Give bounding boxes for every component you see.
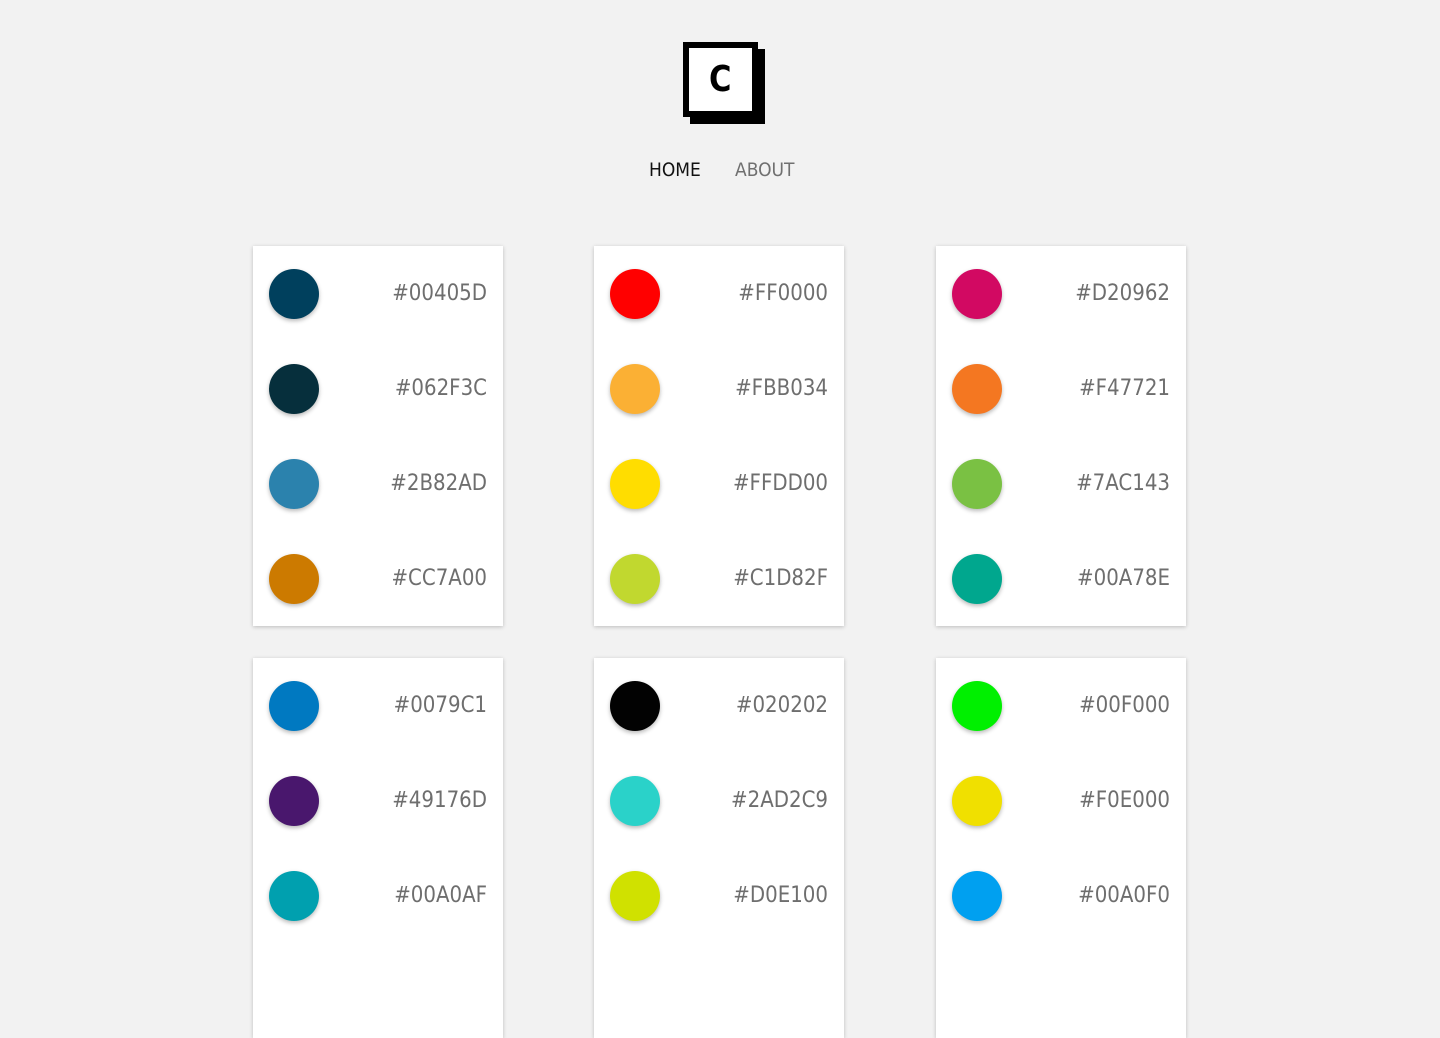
hex-code-label[interactable]: #49176D xyxy=(392,788,487,814)
hex-code-label[interactable]: #FFDD00 xyxy=(733,471,828,497)
color-row[interactable]: #F0E000 xyxy=(936,753,1186,848)
palette-card: #020202 #2AD2C9 #D0E100 xyxy=(594,658,844,1038)
color-swatch[interactable] xyxy=(269,776,319,826)
color-swatch[interactable] xyxy=(952,681,1002,731)
color-row[interactable]: #D0E100 xyxy=(594,848,844,943)
hex-code-label[interactable]: #00F000 xyxy=(1079,693,1170,719)
hex-code-label[interactable]: #F0E000 xyxy=(1079,788,1170,814)
hex-code-label[interactable]: #FF0000 xyxy=(738,281,828,307)
nav-about-link[interactable]: ABOUT xyxy=(735,158,795,182)
hex-code-label[interactable]: #00405D xyxy=(392,281,487,307)
logo-letter: C xyxy=(709,58,732,100)
color-row[interactable]: #00405D xyxy=(253,246,503,341)
palette-card: #FF0000 #FBB034 #FFDD00 #C1D82F xyxy=(594,246,844,626)
color-swatch[interactable] xyxy=(610,459,660,509)
color-swatch[interactable] xyxy=(952,871,1002,921)
color-row[interactable]: #CC7A00 xyxy=(253,531,503,626)
color-swatch[interactable] xyxy=(269,681,319,731)
hex-code-label[interactable]: #020202 xyxy=(736,693,828,719)
nav-home-link[interactable]: HOME xyxy=(649,158,701,182)
palette-card: #00405D #062F3C #2B82AD #CC7A00 xyxy=(253,246,503,626)
palette-card: #0079C1 #49176D #00A0AF xyxy=(253,658,503,1038)
color-swatch[interactable] xyxy=(269,364,319,414)
hex-code-label[interactable]: #D0E100 xyxy=(733,883,828,909)
palette-card: #00F000 #F0E000 #00A0F0 xyxy=(936,658,1186,1038)
color-row[interactable]: #2B82AD xyxy=(253,436,503,531)
color-swatch[interactable] xyxy=(269,269,319,319)
color-swatch[interactable] xyxy=(610,681,660,731)
color-row[interactable]: #D20962 xyxy=(936,246,1186,341)
color-swatch[interactable] xyxy=(610,554,660,604)
color-row[interactable]: #00A0F0 xyxy=(936,848,1186,943)
color-row[interactable]: #49176D xyxy=(253,753,503,848)
hex-code-label[interactable]: #0079C1 xyxy=(394,693,487,719)
hex-code-label[interactable]: #00A0F0 xyxy=(1078,883,1170,909)
palette-card: #D20962 #F47721 #7AC143 #00A78E xyxy=(936,246,1186,626)
color-swatch[interactable] xyxy=(952,459,1002,509)
color-swatch[interactable] xyxy=(952,776,1002,826)
color-swatch[interactable] xyxy=(610,269,660,319)
main-nav: HOME ABOUT xyxy=(0,158,1440,182)
color-swatch[interactable] xyxy=(610,776,660,826)
color-row[interactable]: #7AC143 xyxy=(936,436,1186,531)
color-row[interactable]: #C1D82F xyxy=(594,531,844,626)
color-swatch[interactable] xyxy=(269,459,319,509)
color-row[interactable]: #00A0AF xyxy=(253,848,503,943)
color-swatch[interactable] xyxy=(610,871,660,921)
hex-code-label[interactable]: #F47721 xyxy=(1079,376,1170,402)
hex-code-label[interactable]: #2AD2C9 xyxy=(731,788,828,814)
color-row[interactable]: #FBB034 xyxy=(594,341,844,436)
hex-code-label[interactable]: #D20962 xyxy=(1075,281,1170,307)
color-swatch[interactable] xyxy=(269,871,319,921)
color-row[interactable]: #062F3C xyxy=(253,341,503,436)
color-row[interactable]: #FFDD00 xyxy=(594,436,844,531)
hex-code-label[interactable]: #7AC143 xyxy=(1076,471,1170,497)
color-row[interactable]: #0079C1 xyxy=(253,658,503,753)
color-row[interactable]: #F47721 xyxy=(936,341,1186,436)
color-swatch[interactable] xyxy=(610,364,660,414)
color-row[interactable]: #020202 xyxy=(594,658,844,753)
color-swatch[interactable] xyxy=(952,364,1002,414)
hex-code-label[interactable]: #FBB034 xyxy=(735,376,828,402)
hex-code-label[interactable]: #C1D82F xyxy=(733,566,828,592)
color-row[interactable]: #FF0000 xyxy=(594,246,844,341)
hex-code-label[interactable]: #00A78E xyxy=(1077,566,1170,592)
color-swatch[interactable] xyxy=(952,269,1002,319)
color-row[interactable]: #00F000 xyxy=(936,658,1186,753)
color-row[interactable]: #00A78E xyxy=(936,531,1186,626)
color-swatch[interactable] xyxy=(952,554,1002,604)
hex-code-label[interactable]: #CC7A00 xyxy=(391,566,487,592)
hex-code-label[interactable]: #00A0AF xyxy=(394,883,487,909)
hex-code-label[interactable]: #062F3C xyxy=(395,376,487,402)
logo[interactable]: C xyxy=(683,42,765,124)
color-swatch[interactable] xyxy=(269,554,319,604)
logo-box: C xyxy=(683,42,758,117)
hex-code-label[interactable]: #2B82AD xyxy=(390,471,487,497)
color-row[interactable]: #2AD2C9 xyxy=(594,753,844,848)
